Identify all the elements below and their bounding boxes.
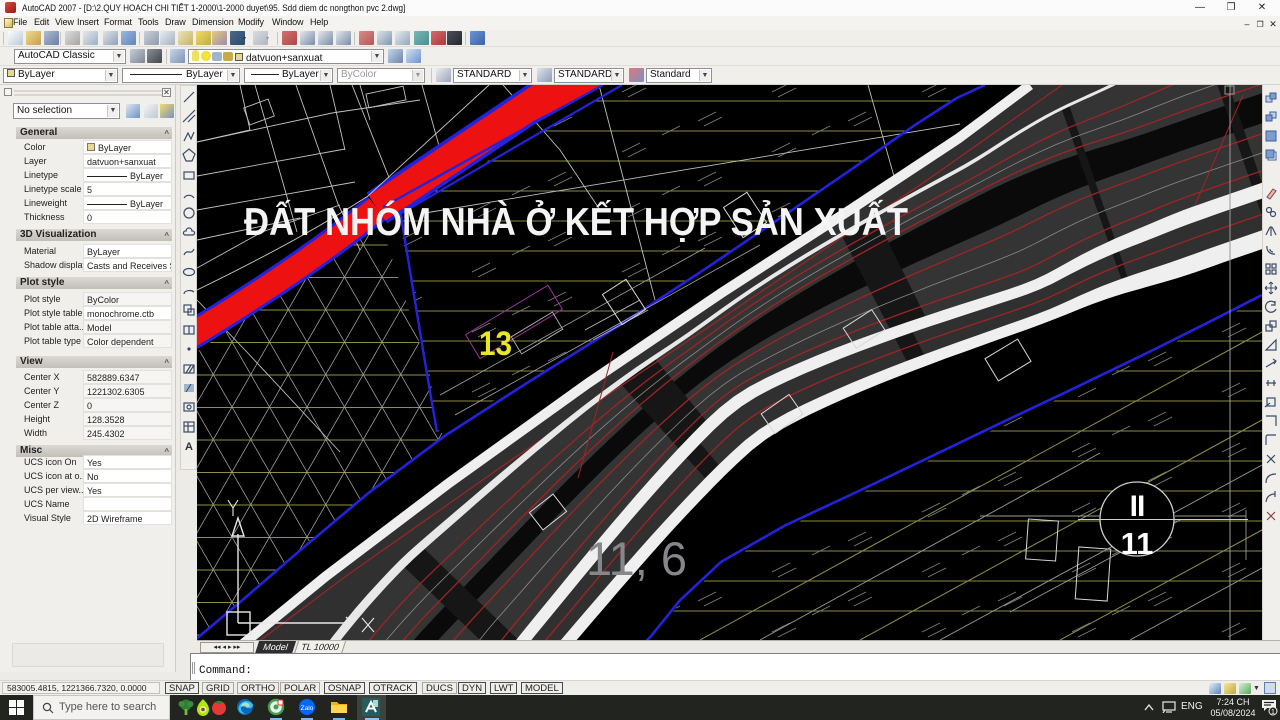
svg-text:11, 6: 11, 6: [586, 532, 687, 585]
svg-text:A: A: [185, 441, 193, 453]
svg-text:1: 1: [1271, 709, 1275, 716]
svg-text:ĐẤT NHÓM NHÀ Ở KẾT HỢP SẢN XUẤ: ĐẤT NHÓM NHÀ Ở KẾT HỢP SẢN XUẤT: [244, 200, 908, 244]
svg-text:II: II: [1130, 490, 1145, 523]
svg-text:13: 13: [479, 325, 512, 363]
svg-text:11: 11: [1121, 526, 1154, 561]
svg-text:Zalo: Zalo: [301, 705, 314, 712]
